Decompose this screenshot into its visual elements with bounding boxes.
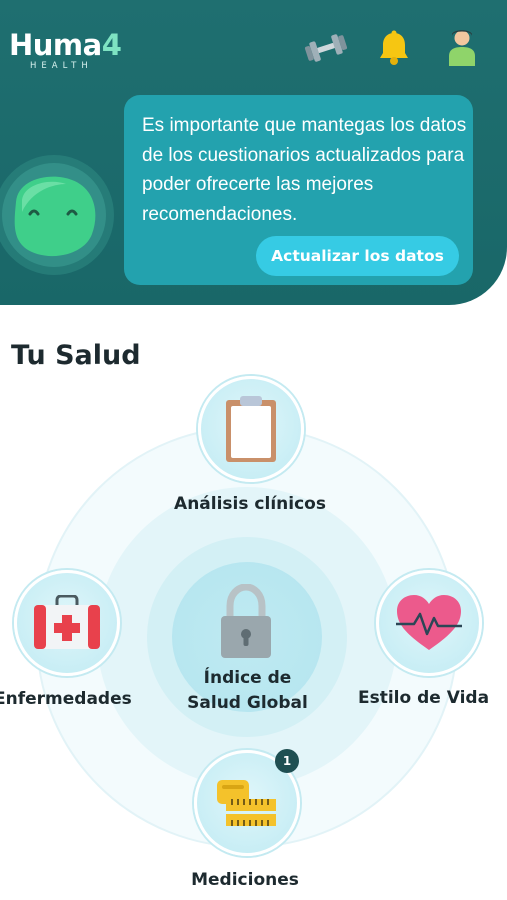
header: Huma4 HEALTH Es importante que mantegas …: [0, 0, 507, 305]
top-icons: [303, 28, 485, 68]
measurements-label: Mediciones: [191, 870, 299, 890]
logo: Huma4 HEALTH: [9, 28, 129, 72]
clinical-analysis-label: Análisis clínicos: [174, 494, 326, 514]
lifestyle-label: Estilo de Vida: [358, 688, 490, 708]
diseases-node[interactable]: [14, 570, 120, 676]
clipboard-icon: [226, 396, 276, 462]
logo-tagline: HEALTH: [30, 61, 93, 71]
info-message: Es importante que mantegas los datos de …: [142, 115, 467, 225]
heart-pulse-icon: [396, 595, 462, 650]
tape-measure-icon: [217, 780, 276, 826]
global-health-index-label: Índice de Salud Global: [187, 668, 308, 713]
notification-badge: 1: [275, 749, 299, 773]
dumbbell-icon[interactable]: [303, 28, 349, 68]
info-bubble: Es importante que mantegas los datos de …: [124, 95, 473, 285]
first-aid-kit-icon: [34, 595, 100, 649]
diseases-label: Enfermedades: [0, 689, 132, 709]
user-icon[interactable]: [439, 28, 485, 68]
clinical-analysis-node[interactable]: [198, 376, 304, 482]
logo-wordmark: Huma4: [9, 28, 122, 62]
bell-icon[interactable]: [371, 28, 417, 68]
mascot-avatar: [0, 150, 122, 280]
lifestyle-node[interactable]: [376, 570, 482, 676]
update-data-button[interactable]: Actualizar los datos: [256, 236, 459, 276]
lock-icon: [218, 583, 274, 660]
